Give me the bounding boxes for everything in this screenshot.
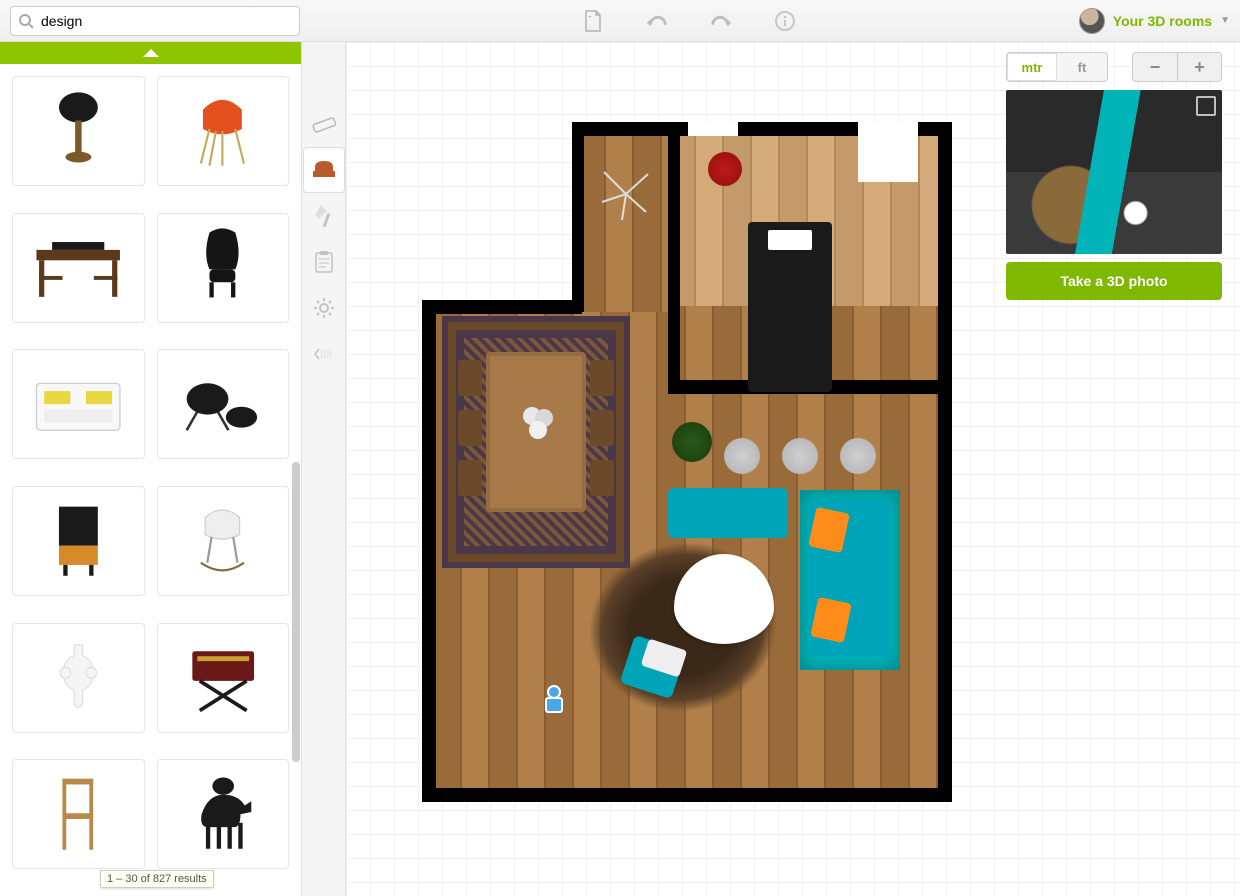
wall: [422, 300, 582, 314]
undo-button[interactable]: [645, 9, 669, 33]
rooms-label: Your 3D rooms: [1113, 13, 1212, 29]
catalog-grid[interactable]: [0, 64, 301, 896]
plant[interactable]: [672, 422, 712, 462]
catalog-item[interactable]: [12, 486, 145, 596]
wall: [668, 122, 680, 390]
unit-imperial-button[interactable]: ft: [1057, 53, 1107, 81]
wall: [938, 380, 952, 800]
avatar: [1079, 8, 1105, 34]
zoom-controls: − +: [1132, 52, 1222, 82]
info-button[interactable]: [773, 9, 797, 33]
sidebar-scrollbar[interactable]: [292, 462, 300, 762]
teal-sofa[interactable]: [668, 488, 788, 538]
settings-tool[interactable]: [304, 286, 344, 330]
file-menu-button[interactable]: [581, 9, 605, 33]
camera-person-icon[interactable]: [538, 684, 570, 720]
zoom-in-button[interactable]: +: [1177, 53, 1221, 81]
dining-chair[interactable]: [458, 460, 482, 496]
search-input[interactable]: [10, 6, 300, 36]
door: [688, 122, 738, 136]
catalog-item[interactable]: [12, 213, 145, 323]
catalog-item[interactable]: [157, 213, 290, 323]
catalog-item[interactable]: [12, 759, 145, 869]
catalog-item[interactable]: [157, 759, 290, 869]
redo-button[interactable]: [709, 9, 733, 33]
red-stool[interactable]: [708, 152, 742, 186]
dining-chair[interactable]: [590, 460, 614, 496]
catalog-item[interactable]: [157, 76, 290, 186]
expand-icon[interactable]: [1196, 96, 1216, 116]
right-panel: mtr ft − + Take a 3D photo: [1006, 52, 1222, 300]
floorplan-canvas[interactable]: mtr ft − + Take a 3D photo: [346, 42, 1240, 896]
furniture-tool[interactable]: [304, 148, 344, 192]
pouf[interactable]: [724, 438, 760, 474]
zoom-out-button[interactable]: −: [1133, 53, 1177, 81]
measure-tool[interactable]: [304, 102, 344, 146]
wall: [572, 122, 584, 312]
collapse-panel-button[interactable]: [304, 332, 344, 376]
top-toolbar: [300, 9, 1079, 33]
search-wrapper: [10, 6, 300, 36]
catalog-item[interactable]: [12, 349, 145, 459]
search-icon: [18, 13, 34, 29]
island-top: [768, 230, 812, 250]
catalog-item[interactable]: [12, 76, 145, 186]
dining-chair[interactable]: [458, 410, 482, 446]
clipboard-tool[interactable]: [304, 240, 344, 284]
pouf[interactable]: [782, 438, 818, 474]
user-rooms-menu[interactable]: Your 3D rooms ▼: [1079, 8, 1230, 34]
dining-chair[interactable]: [458, 360, 482, 396]
pendant-light[interactable]: [518, 402, 558, 442]
chevron-down-icon: ▼: [1220, 15, 1230, 26]
catalog-item[interactable]: [12, 623, 145, 733]
catalog-item[interactable]: [157, 349, 290, 459]
preview-3d[interactable]: [1006, 90, 1222, 254]
top-bar: Your 3D rooms ▼: [0, 0, 1240, 42]
unit-toggle: mtr ft: [1006, 52, 1108, 82]
paint-tool[interactable]: [304, 194, 344, 238]
window: [858, 122, 918, 182]
floorplan[interactable]: [418, 122, 952, 802]
unit-metric-button[interactable]: mtr: [1007, 53, 1057, 81]
tool-strip: [302, 42, 346, 896]
take-3d-photo-button[interactable]: Take a 3D photo: [1006, 262, 1222, 300]
dining-chair[interactable]: [590, 410, 614, 446]
wall: [422, 300, 436, 800]
chandelier[interactable]: [594, 162, 658, 226]
wall: [422, 788, 952, 802]
catalog-item[interactable]: [157, 623, 290, 733]
wall: [938, 122, 952, 394]
pouf[interactable]: [840, 438, 876, 474]
catalog-sidebar: 1 – 30 of 827 results: [0, 42, 302, 896]
dining-chair[interactable]: [590, 360, 614, 396]
catalog-item[interactable]: [157, 486, 290, 596]
sidebar-collapse-button[interactable]: [0, 42, 301, 64]
results-count-tooltip: 1 – 30 of 827 results: [100, 870, 214, 888]
